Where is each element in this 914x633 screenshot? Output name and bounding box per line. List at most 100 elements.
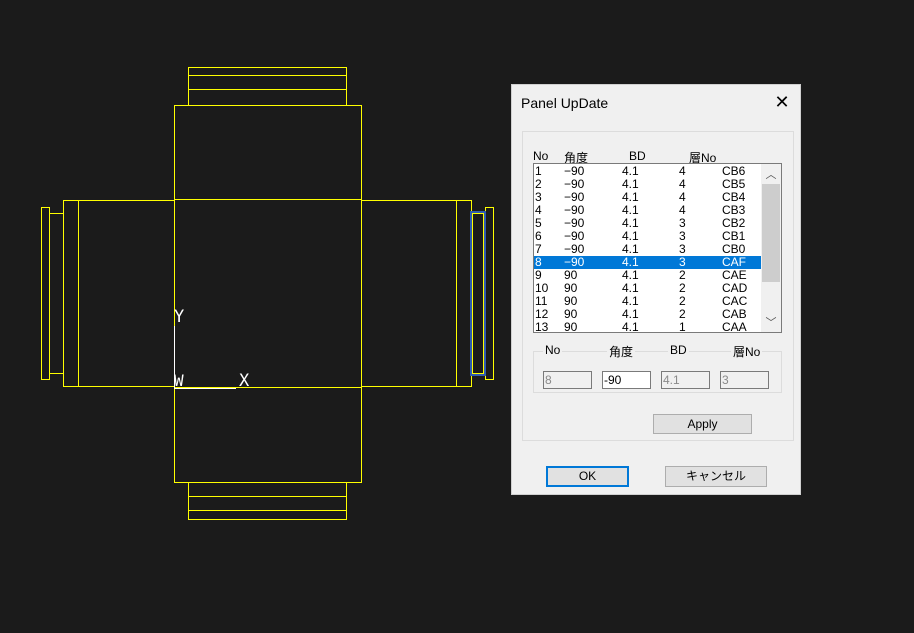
list-cell: CAD <box>722 281 748 295</box>
list-cell: 4.1 <box>622 229 639 243</box>
list-cell: −90 <box>564 255 585 269</box>
list-cell: 4 <box>679 190 686 204</box>
list-cell: 4 <box>535 203 542 217</box>
top-flap-outer <box>188 67 347 106</box>
bottom-flap-outer <box>188 482 347 520</box>
list-cell: 4.1 <box>622 255 639 269</box>
list-row[interactable]: 3 −90 4.1 4 CB4 <box>534 191 761 204</box>
list-cell: 4.1 <box>622 320 639 333</box>
edit-label-layer: 層No <box>731 343 763 360</box>
list-cell: −90 <box>564 242 585 256</box>
list-cell: 4.1 <box>622 242 639 256</box>
list-row[interactable]: 7 −90 4.1 3 CB0 <box>534 243 761 256</box>
list-row[interactable]: 12 90 4.1 2 CAB <box>534 308 761 321</box>
list-cell: 3 <box>679 229 686 243</box>
list-cell: CB6 <box>722 164 746 178</box>
list-cell: CB4 <box>722 190 746 204</box>
panel-update-dialog: Panel UpDate ✕ No 角度 BD 層No 13 90 4.1 1 CAA 1… <box>511 84 801 495</box>
ucs-w-label: W <box>174 371 184 390</box>
list-row[interactable]: 11 90 4.1 2 CAC <box>534 295 761 308</box>
scroll-up-icon[interactable]: ︿ <box>761 166 781 182</box>
list-cell: 4.1 <box>622 307 639 321</box>
center-panel <box>174 199 362 388</box>
list-cell: CAB <box>722 307 747 321</box>
list-cell: CB5 <box>722 177 746 191</box>
list-cell: CB2 <box>722 216 746 230</box>
list-scrollbar[interactable]: ︿ ﹀ <box>761 164 781 332</box>
list-cell: 90 <box>564 294 578 308</box>
list-cell: 4.1 <box>622 203 639 217</box>
edit-label-bd: BD <box>668 343 689 357</box>
list-cell: 90 <box>564 307 578 321</box>
apply-button[interactable]: Apply <box>653 414 752 434</box>
selected-panel-highlight[interactable] <box>470 211 486 376</box>
list-cell: CB3 <box>722 203 746 217</box>
bd-field: 4.1 <box>661 371 710 389</box>
list-cell: −90 <box>564 190 585 204</box>
list-row[interactable]: 13 90 4.1 1 CAA <box>534 321 761 333</box>
edit-label-angle: 角度 <box>607 343 636 360</box>
list-cell: −90 <box>564 229 585 243</box>
list-cell: 2 <box>679 281 686 295</box>
top-panel <box>174 105 362 200</box>
list-cell: CAC <box>722 294 748 308</box>
list-cell: CAF <box>722 255 746 269</box>
list-cell: −90 <box>564 177 585 191</box>
list-cell: 4.1 <box>622 268 639 282</box>
list-cell: 2 <box>679 268 686 282</box>
list-row[interactable]: 10 90 4.1 2 CAD <box>534 282 761 295</box>
list-row[interactable]: 5 −90 4.1 3 CB2 <box>534 217 761 230</box>
list-cell: 1 <box>535 164 542 178</box>
list-cell: 3 <box>679 255 686 269</box>
list-cell: 9 <box>535 268 542 282</box>
no-field: 8 <box>543 371 592 389</box>
list-row[interactable]: 4 −90 4.1 4 CB3 <box>534 204 761 217</box>
list-cell: 90 <box>564 320 578 333</box>
list-cell: 2 <box>679 307 686 321</box>
list-cell: 1 <box>679 320 686 333</box>
list-cell: 7 <box>535 242 542 256</box>
list-row[interactable]: 2 −90 4.1 4 CB5 <box>534 178 761 191</box>
list-cell: 4.1 <box>622 294 639 308</box>
list-cell: 10 <box>535 281 549 295</box>
list-cell: 4 <box>679 177 686 191</box>
list-cell: CB0 <box>722 242 746 256</box>
list-cell: 90 <box>564 281 578 295</box>
list-cell: −90 <box>564 164 585 178</box>
cancel-button[interactable]: キャンセル <box>665 466 767 487</box>
ok-button[interactable]: OK <box>546 466 629 487</box>
ucs-x-label: X <box>239 371 250 391</box>
close-icon[interactable]: ✕ <box>770 91 794 113</box>
list-cell: −90 <box>564 216 585 230</box>
list-cell: 4 <box>679 164 686 178</box>
right-flap <box>485 207 494 380</box>
header-no: No <box>533 149 549 163</box>
list-cell: 3 <box>535 190 542 204</box>
left-panel <box>63 200 175 387</box>
bottom-panel <box>174 387 362 483</box>
list-cell: 4.1 <box>622 190 639 204</box>
edit-label-no: No <box>543 343 563 357</box>
list-cell: 4.1 <box>622 216 639 230</box>
list-row[interactable]: 1 −90 4.1 4 CB6 <box>534 165 761 178</box>
list-cell: CAA <box>722 320 747 333</box>
dialog-title: Panel UpDate <box>521 95 609 111</box>
list-cell: 4.1 <box>622 281 639 295</box>
scroll-thumb[interactable] <box>762 184 780 282</box>
scroll-down-icon[interactable]: ﹀ <box>761 314 781 330</box>
list-cell: CB1 <box>722 229 746 243</box>
list-cell: 2 <box>679 294 686 308</box>
list-cell: 8 <box>535 255 542 269</box>
list-row[interactable]: 6 −90 4.1 3 CB1 <box>534 230 761 243</box>
list-row[interactable]: 9 90 4.1 2 CAE <box>534 269 761 282</box>
angle-field[interactable]: -90 <box>602 371 651 389</box>
list-cell: −90 <box>564 203 585 217</box>
list-cell: CAE <box>722 268 747 282</box>
layer-field: 3 <box>720 371 769 389</box>
panel-list[interactable]: 13 90 4.1 1 CAA 12 90 4.1 2 CAB 11 90 4.1 2 CAC 10 90 4.1… <box>533 163 782 333</box>
list-cell: 13 <box>535 320 549 333</box>
list-cell: 6 <box>535 229 542 243</box>
list-row[interactable]: 8 −90 4.1 3 CAF <box>534 256 761 269</box>
list-cell: 12 <box>535 307 549 321</box>
ucs-y-label: Y <box>174 307 184 327</box>
